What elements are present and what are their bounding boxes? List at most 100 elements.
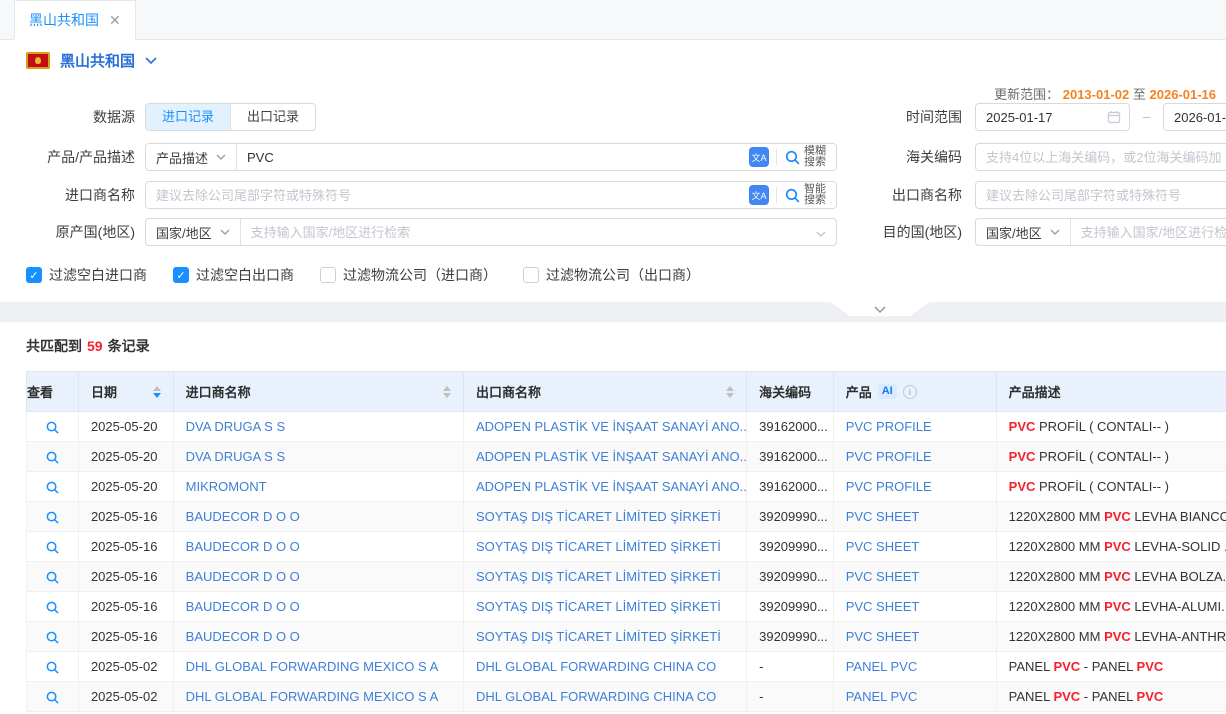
cell-exporter-link[interactable]: SOYTAŞ DIŞ TİCARET LİMİTED ŞİRKETİ	[476, 599, 721, 614]
cell-product[interactable]: PVC PROFILE	[833, 412, 996, 442]
view-search-icon[interactable]	[45, 690, 60, 705]
sort-caret-down[interactable]	[726, 393, 734, 398]
cell-importer[interactable]: DHL GLOBAL FORWARDING MEXICO S A	[173, 652, 463, 682]
translate-icon[interactable]: 文A	[749, 185, 769, 205]
cell-importer-link[interactable]: DHL GLOBAL FORWARDING MEXICO S A	[186, 659, 439, 674]
sorter[interactable]	[153, 386, 161, 398]
cell-importer-link[interactable]: DVA DRUGA S S	[186, 419, 285, 434]
checkbox-unchecked-icon[interactable]	[523, 267, 539, 283]
cell-exporter-link[interactable]: SOYTAŞ DIŞ TİCARET LİMİTED ŞİRKETİ	[476, 509, 721, 524]
view-search-icon[interactable]	[45, 540, 60, 555]
checkbox-checked-icon[interactable]: ✓	[173, 267, 189, 283]
cell-product[interactable]: PVC SHEET	[833, 562, 996, 592]
chevron-down-icon[interactable]	[145, 57, 157, 64]
cell-product[interactable]: PANEL PVC	[833, 652, 996, 682]
cell-exporter-link[interactable]: ADOPEN PLASTİK VE İNŞAAT SANAYİ ANO...	[476, 419, 747, 434]
destination-input[interactable]	[1071, 219, 1226, 245]
cell-exporter[interactable]: DHL GLOBAL FORWARDING CHINA CO	[463, 652, 746, 682]
sorter[interactable]	[443, 386, 451, 398]
origin-input[interactable]	[241, 219, 816, 245]
cell-importer-link[interactable]: BAUDECOR D O O	[186, 539, 300, 554]
product-link[interactable]: PVC PROFILE	[846, 479, 932, 494]
origin-type-select[interactable]: 国家/地区	[146, 219, 241, 245]
data-source-option[interactable]: 出口记录	[230, 104, 315, 130]
hs-code-input[interactable]	[976, 144, 1226, 170]
cell-exporter[interactable]: SOYTAŞ DIŞ TİCARET LİMİTED ŞİRKETİ	[463, 502, 746, 532]
cell-exporter[interactable]: SOYTAŞ DIŞ TİCARET LİMİTED ŞİRKETİ	[463, 532, 746, 562]
cell-exporter[interactable]: SOYTAŞ DIŞ TİCARET LİMİTED ŞİRKETİ	[463, 562, 746, 592]
fuzzy-search-button[interactable]: 模糊搜索	[784, 146, 828, 168]
view-record-button[interactable]	[27, 502, 79, 532]
cell-importer[interactable]: BAUDECOR D O O	[173, 532, 463, 562]
product-link[interactable]: PANEL PVC	[846, 659, 918, 674]
sort-caret-down[interactable]	[153, 393, 161, 398]
product-input[interactable]	[237, 144, 741, 170]
cell-exporter[interactable]: ADOPEN PLASTİK VE İNŞAAT SANAYİ ANO...	[463, 442, 746, 472]
view-record-button[interactable]	[27, 592, 79, 622]
chevron-down-icon[interactable]	[816, 231, 826, 237]
cell-importer-link[interactable]: BAUDECOR D O O	[186, 509, 300, 524]
exporter-input[interactable]	[976, 182, 1226, 208]
sort-caret-up[interactable]	[726, 386, 734, 391]
tab-montenegro[interactable]: 黑山共和国 ✕	[14, 0, 136, 40]
cell-importer[interactable]: BAUDECOR D O O	[173, 502, 463, 532]
product-link[interactable]: PVC SHEET	[846, 539, 920, 554]
column-header-exporter[interactable]: 出口商名称	[463, 372, 746, 412]
tab-close-icon[interactable]: ✕	[109, 13, 121, 27]
product-link[interactable]: PVC PROFILE	[846, 419, 932, 434]
destination-type-select[interactable]: 国家/地区	[976, 219, 1071, 245]
product-link[interactable]: PANEL PVC	[846, 689, 918, 704]
date-from-input[interactable]: 2025-01-17	[975, 103, 1130, 131]
filter-checkbox[interactable]: ✓过滤空白出口商	[173, 265, 294, 285]
country-name[interactable]: 黑山共和国	[60, 50, 135, 71]
checkbox-unchecked-icon[interactable]	[320, 267, 336, 283]
translate-icon[interactable]: 文A	[749, 147, 769, 167]
cell-importer-link[interactable]: MIKROMONT	[186, 479, 267, 494]
cell-exporter[interactable]: DHL GLOBAL FORWARDING CHINA CO	[463, 682, 746, 712]
view-record-button[interactable]	[27, 412, 79, 442]
view-record-button[interactable]	[27, 622, 79, 652]
view-search-icon[interactable]	[45, 570, 60, 585]
filter-checkbox[interactable]: 过滤物流公司（进口商）	[320, 265, 497, 285]
cell-importer[interactable]: DVA DRUGA S S	[173, 412, 463, 442]
view-record-button[interactable]	[27, 652, 79, 682]
sort-caret-up[interactable]	[443, 386, 451, 391]
view-record-button[interactable]	[27, 562, 79, 592]
view-record-button[interactable]	[27, 442, 79, 472]
cell-product[interactable]: PVC SHEET	[833, 502, 996, 532]
cell-exporter[interactable]: SOYTAŞ DIŞ TİCARET LİMİTED ŞİRKETİ	[463, 622, 746, 652]
cell-importer[interactable]: MIKROMONT	[173, 472, 463, 502]
cell-exporter-link[interactable]: SOYTAŞ DIŞ TİCARET LİMİTED ŞİRKETİ	[476, 569, 721, 584]
view-search-icon[interactable]	[45, 660, 60, 675]
info-icon[interactable]: i	[903, 385, 917, 399]
checkbox-checked-icon[interactable]: ✓	[26, 267, 42, 283]
product-link[interactable]: PVC SHEET	[846, 599, 920, 614]
cell-product[interactable]: PVC PROFILE	[833, 472, 996, 502]
view-search-icon[interactable]	[45, 510, 60, 525]
sort-caret-down[interactable]	[443, 393, 451, 398]
product-link[interactable]: PVC SHEET	[846, 629, 920, 644]
importer-input[interactable]	[146, 182, 741, 208]
cell-exporter-link[interactable]: ADOPEN PLASTİK VE İNŞAAT SANAYİ ANO...	[476, 479, 747, 494]
view-record-button[interactable]	[27, 472, 79, 502]
cell-product[interactable]: PVC PROFILE	[833, 442, 996, 472]
cell-importer-link[interactable]: DHL GLOBAL FORWARDING MEXICO S A	[186, 689, 439, 704]
smart-search-button[interactable]: 智能搜索	[784, 184, 828, 206]
product-link[interactable]: PVC SHEET	[846, 509, 920, 524]
cell-exporter-link[interactable]: SOYTAŞ DIŞ TİCARET LİMİTED ŞİRKETİ	[476, 629, 721, 644]
filter-checkbox[interactable]: ✓过滤空白进口商	[26, 265, 147, 285]
sort-caret-up[interactable]	[153, 386, 161, 391]
cell-exporter-link[interactable]: SOYTAŞ DIŞ TİCARET LİMİTED ŞİRKETİ	[476, 539, 721, 554]
cell-importer-link[interactable]: DVA DRUGA S S	[186, 449, 285, 464]
view-search-icon[interactable]	[45, 630, 60, 645]
collapse-filters-button[interactable]	[830, 302, 930, 316]
sorter[interactable]	[726, 386, 734, 398]
cell-product[interactable]: PANEL PVC	[833, 682, 996, 712]
cell-product[interactable]: PVC SHEET	[833, 532, 996, 562]
product-link[interactable]: PVC PROFILE	[846, 449, 932, 464]
filter-checkbox[interactable]: 过滤物流公司（出口商）	[523, 265, 700, 285]
cell-importer[interactable]: BAUDECOR D O O	[173, 622, 463, 652]
cell-exporter[interactable]: SOYTAŞ DIŞ TİCARET LİMİTED ŞİRKETİ	[463, 592, 746, 622]
cell-importer[interactable]: BAUDECOR D O O	[173, 592, 463, 622]
view-search-icon[interactable]	[45, 480, 60, 495]
